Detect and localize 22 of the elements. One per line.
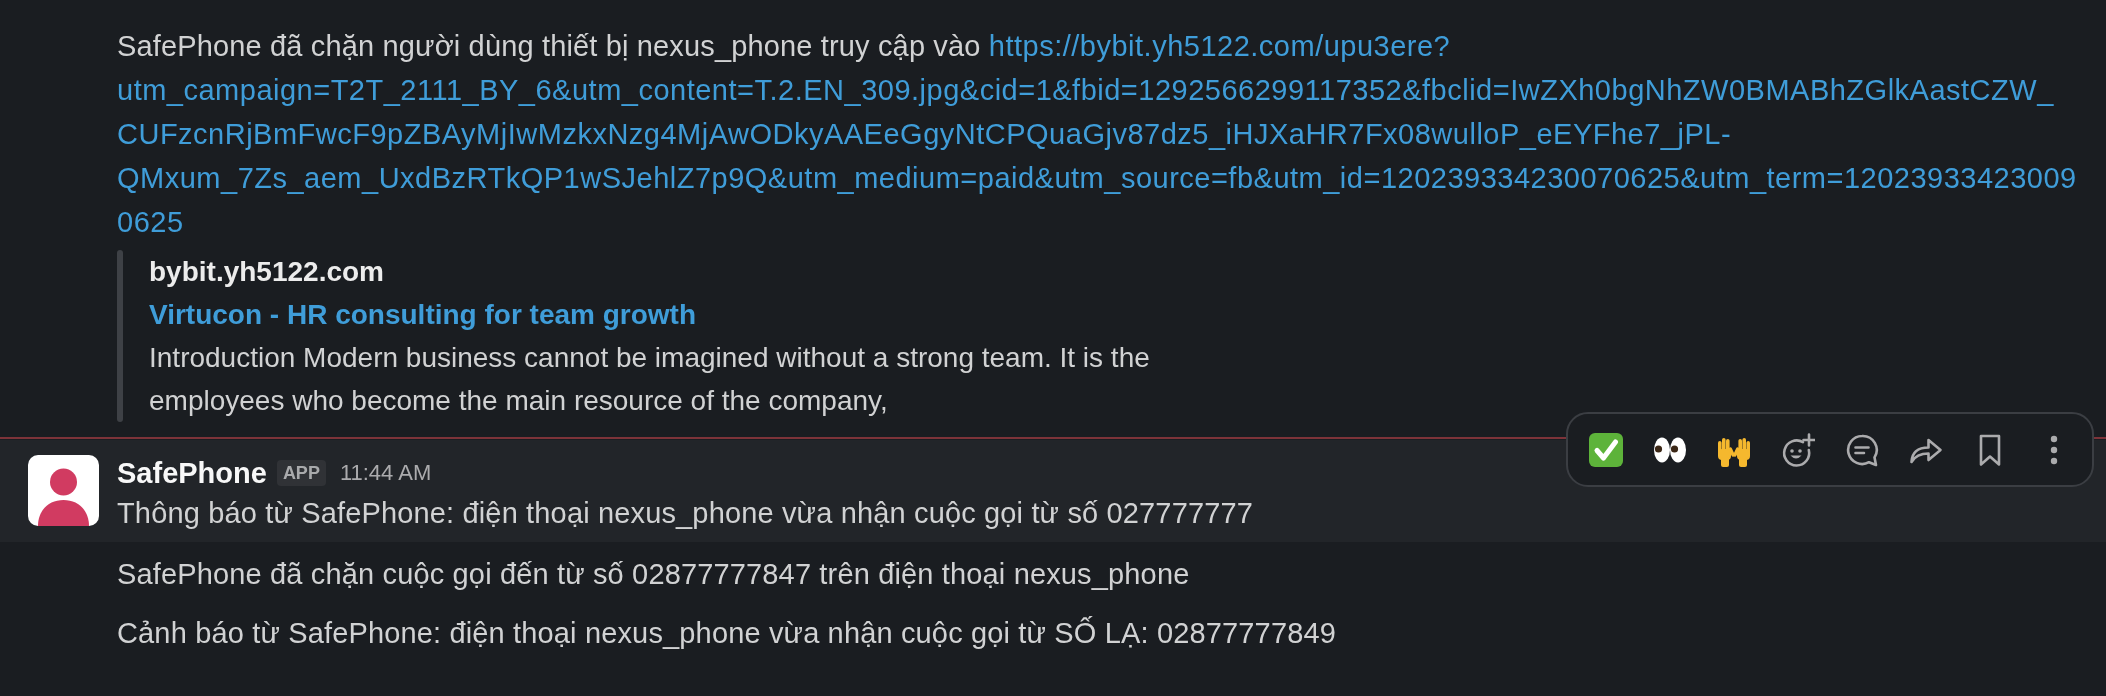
- preview-description: Introduction Modern business cannot be imagined without a strong team. It is the employees who become the main resource of the company,: [149, 341, 1151, 418]
- message-text: SafePhone đã chặn người dùng thiết bị nexus_phone truy cập vào https://bybit.yh5122.com/upu3ere? utm_campaign=T2T_2111_BY_6&utm_content=T.2.EN_309.jpg&cid=1&fbid=1292566299117352&fbclid=IwZXh0bgNhZW0BMABhZGlkAastCZW_ CUFzcnRjBmFwcF9pZBAyMjIwMzkxNzg4MjAwODkyAAEeGgyNtCPQuaGjv87dz5_iHJXaHR7Fx08wulloP_eEYFhe7_jPL- QMxum_7Zs_aem_UxdBzRTkQP1wSJehlZ7p9Q&utm_medium=paid&utm_source=fb&utm_id=120239334230070625&utm_term=12023933423009 0625: [117, 24, 2090, 244]
- url-link[interactable]: https://bybit.yh5122.com/upu3ere?: [988, 30, 1451, 62]
- timestamp[interactable]: 11:44 AM: [339, 455, 432, 491]
- sender-name[interactable]: SafePhone: [117, 455, 267, 491]
- url-link[interactable]: CUFzcnRjBmFwcF9pZBAyMjIwMzkxNzg4MjAwODkyAAEeGgyNtCPQuaGjv87dz5_iHJXaHR7Fx08wulloP_eEYFhe7_jPL-: [117, 112, 1732, 156]
- check-mark-icon[interactable]: [1589, 432, 1623, 467]
- url-link[interactable]: QMxum_7Zs_aem_UxdBzRTkQP1wSJehlZ7p9Q&utm_medium=paid&utm_source=fb&utm_id=120239334230070625&utm_term=12023933423009: [117, 156, 2077, 200]
- url-link[interactable]: 0625: [117, 200, 184, 244]
- speech-bubble-icon[interactable]: [1845, 432, 1879, 467]
- url-link[interactable]: utm_campaign=T2T_2111_BY_6&utm_content=T.2.EN_309.jpg&cid=1&fbid=1292566299117352&fbclid=IwZXh0bgNhZW0BMABhZGlkAastCZW_: [117, 68, 2054, 112]
- preview-title-link[interactable]: Virtucon - HR consulting for team growth: [149, 293, 697, 336]
- preview-site-name: bybit.yh5122.com: [149, 255, 384, 289]
- app-badge: APP: [276, 460, 326, 486]
- bookmark-icon[interactable]: [1977, 432, 2003, 467]
- person-avatar-icon[interactable]: [28, 455, 99, 526]
- message-text: Cảnh báo từ SafePhone: điện thoại nexus_phone vừa nhận cuộc gọi từ SỐ LẠ: 02877777849: [117, 615, 1337, 651]
- add-reaction-icon[interactable]: [1781, 432, 1815, 467]
- more-icon[interactable]: [2050, 434, 2058, 465]
- message-text: SafePhone đã chặn cuộc gọi đến từ số 02877777847 trên điện thoại nexus_phone: [117, 557, 1191, 592]
- message-text: Thông báo từ SafePhone: điện thoại nexus_phone vừa nhận cuộc gọi từ số 027777777: [117, 496, 1255, 531]
- eyes-icon[interactable]: [1653, 436, 1687, 463]
